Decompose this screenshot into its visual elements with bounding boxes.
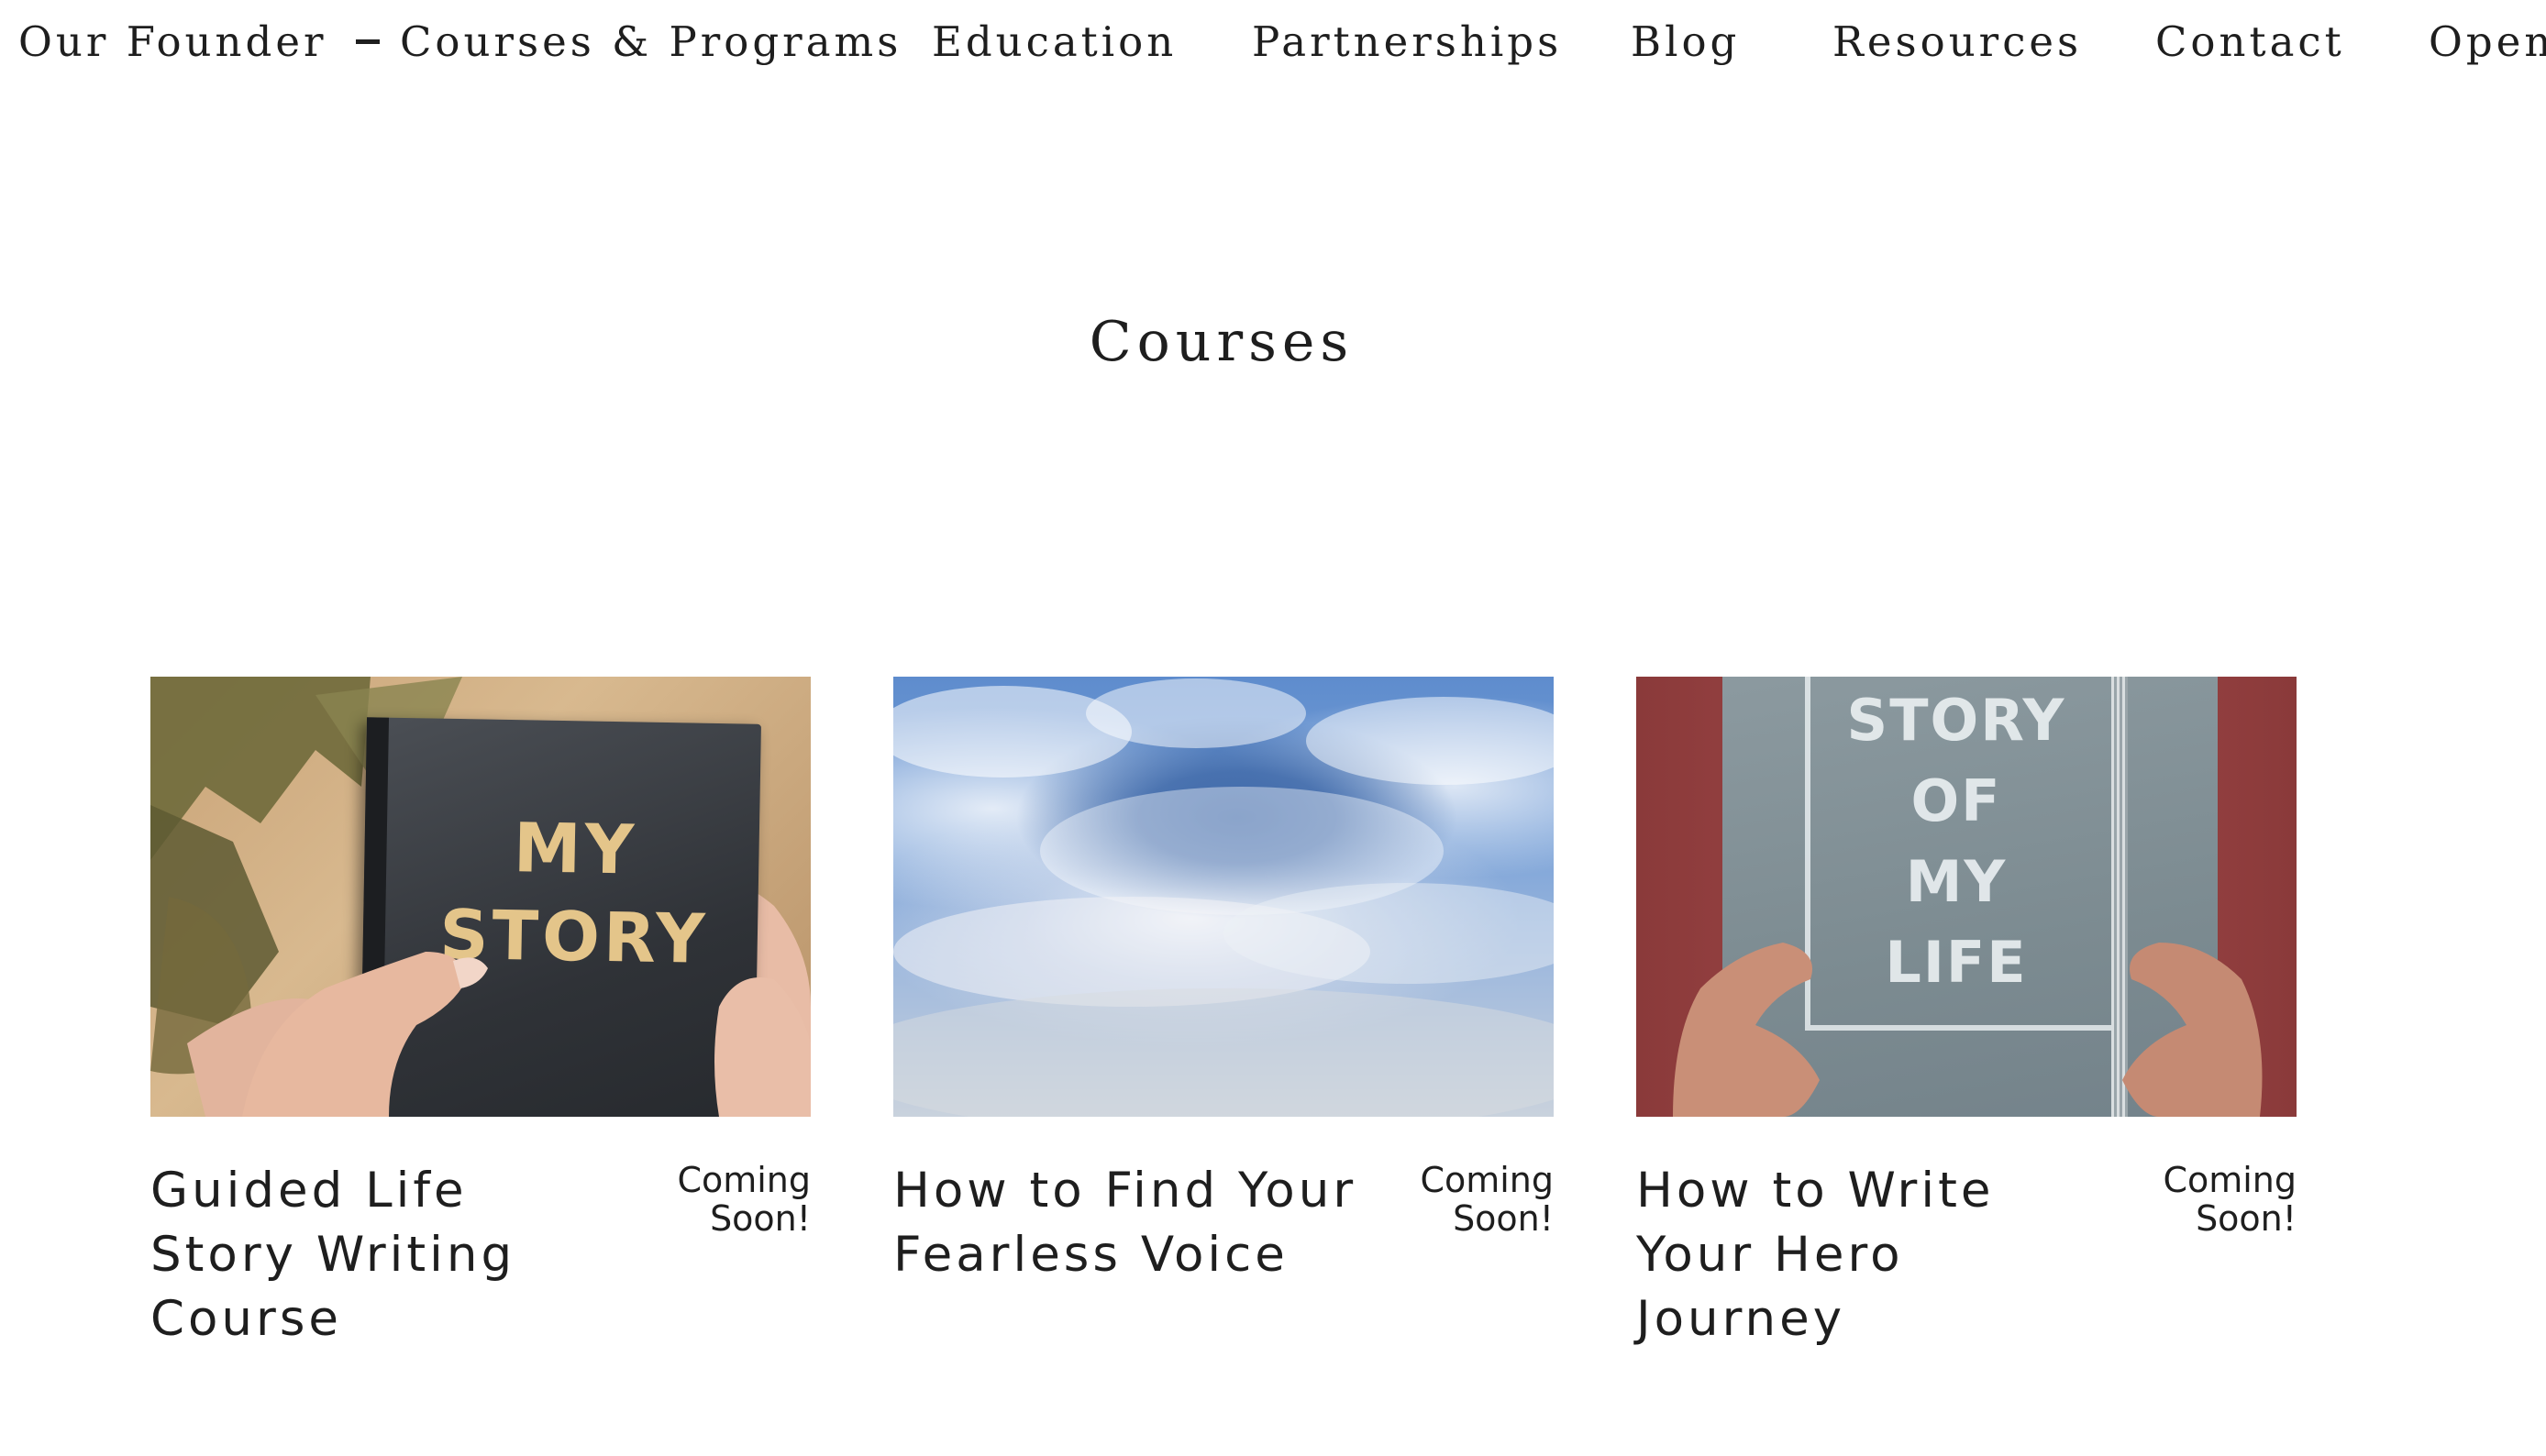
status-badge: Coming Soon! — [1420, 1160, 1554, 1239]
course-meta: Guided Life Story Writing Course Coming … — [150, 1159, 811, 1347]
status-badge: Coming Soon! — [2163, 1160, 2297, 1239]
page-title: Courses — [1089, 310, 1355, 374]
course-meta: How to Write Your Hero Journey Coming So… — [1636, 1159, 2297, 1347]
course-meta: How to Find Your Fearless Voice Coming S… — [893, 1159, 1554, 1306]
nav-item-blog[interactable]: Blog — [1631, 15, 1740, 70]
course-title[interactable]: How to Find Your Fearless Voice — [893, 1159, 1370, 1287]
main-navigation: Our Founder Courses & Programs Education… — [0, 0, 2546, 84]
status-badge: Coming Soon! — [677, 1160, 811, 1239]
hands-overlay — [1673, 943, 2263, 1117]
course-card: How to Find Your Fearless Voice Coming S… — [893, 677, 1554, 1306]
active-indicator-dash — [356, 39, 380, 44]
nav-item-our-founder[interactable]: Our Founder — [18, 15, 327, 70]
course-image-my-story[interactable]: MY STORY — [150, 677, 811, 1117]
nav-item-opening[interactable]: Openi — [2429, 15, 2546, 70]
course-image-story-of-my-life[interactable]: STORY OF MY LIFE — [1636, 677, 2297, 1117]
nav-item-education[interactable]: Education — [932, 15, 1177, 70]
nav-item-courses-programs-label: Courses & Programs — [400, 17, 902, 66]
course-title[interactable]: Guided Life Story Writing Course — [150, 1159, 627, 1351]
nav-item-resources[interactable]: Resources — [1832, 15, 2082, 70]
nav-item-partnerships[interactable]: Partnerships — [1252, 15, 1562, 70]
nav-item-contact[interactable]: Contact — [2155, 15, 2345, 70]
hands-overlay — [242, 952, 811, 1117]
course-card: MY STORY Guided Life Story Writing Cours… — [150, 677, 811, 1347]
course-title[interactable]: How to Write Your Hero Journey — [1636, 1159, 2113, 1351]
course-image-sky[interactable] — [893, 677, 1554, 1117]
nav-item-courses-programs[interactable]: Courses & Programs — [356, 15, 902, 70]
course-card: STORY OF MY LIFE How to Write Your Hero … — [1636, 677, 2297, 1347]
clouds-decoration — [893, 678, 1554, 1117]
